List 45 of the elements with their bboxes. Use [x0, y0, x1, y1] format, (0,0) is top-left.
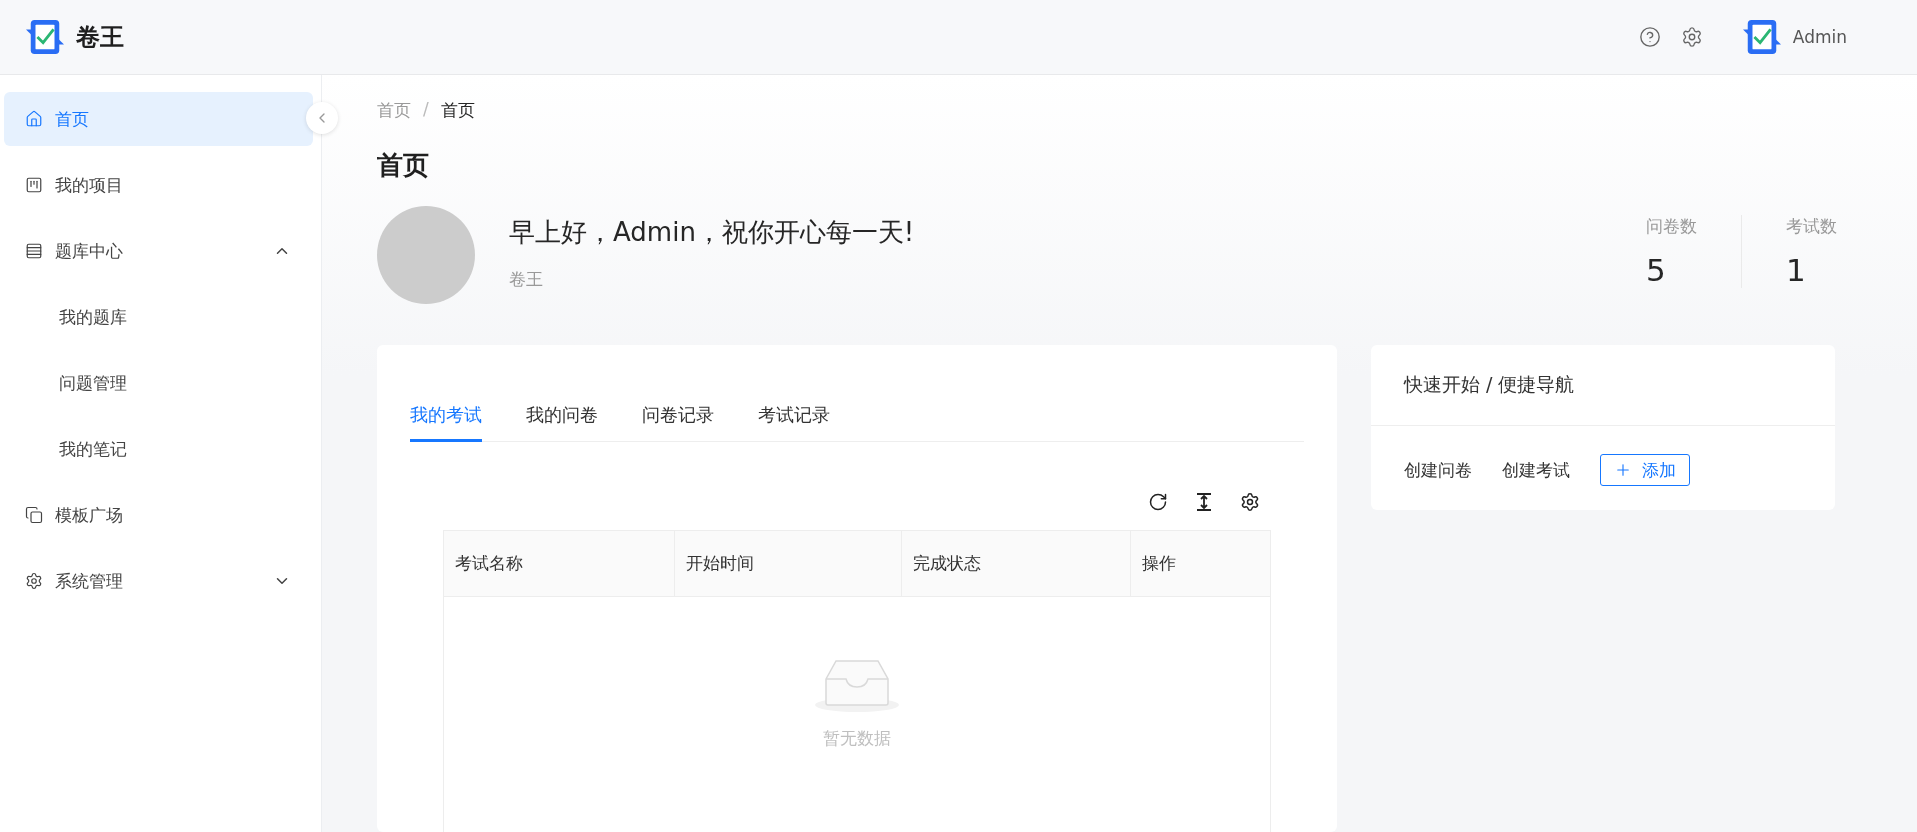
column-header: 操作 — [1130, 531, 1270, 596]
sidebar-subitem[interactable]: 我的题库 — [4, 290, 313, 344]
sidebar-item[interactable]: 我的项目 — [4, 158, 313, 212]
help-icon[interactable] — [1638, 26, 1661, 48]
stat-value: 1 — [1786, 252, 1807, 288]
column-header: 考试名称 — [454, 552, 524, 575]
tab[interactable]: 我的考试 — [410, 403, 482, 442]
empty-text: 暂无数据 — [823, 727, 891, 750]
sidebar-subitem[interactable]: 问题管理 — [4, 356, 313, 410]
menu-item-icon — [25, 506, 43, 524]
nav-link[interactable]: 创建问卷 — [1404, 458, 1472, 482]
nav-link[interactable]: 创建考试 — [1502, 458, 1570, 482]
empty-inbox-icon — [814, 657, 900, 713]
stat-value: 5 — [1646, 252, 1667, 288]
tab[interactable]: 问卷记录 — [642, 403, 714, 442]
settings-icon[interactable] — [1240, 492, 1260, 512]
sidebar-subitem[interactable]: 我的笔记 — [4, 422, 313, 476]
menu-item-icon — [25, 176, 43, 194]
stat-label: 考试数 — [1786, 215, 1837, 238]
refresh-icon[interactable] — [1148, 492, 1168, 512]
sidebar-item[interactable]: 模板广场 — [4, 488, 313, 542]
menu-item-icon — [25, 110, 43, 128]
card-title: 快速开始 / 便捷导航 — [1404, 372, 1575, 397]
subtitle: 卷王 — [509, 268, 544, 291]
breadcrumb-separator: / — [423, 99, 429, 121]
row-height-icon[interactable] — [1194, 492, 1214, 512]
column-header: 完成状态 — [901, 531, 1130, 596]
plus-icon — [1614, 461, 1632, 479]
breadcrumb-item: 首页 — [440, 99, 475, 122]
menu-item-icon — [25, 572, 43, 590]
user-avatar — [1742, 18, 1781, 56]
app-logo — [26, 18, 64, 56]
app-name: 卷王 — [76, 22, 124, 53]
menu-item-icon — [25, 242, 43, 260]
user-name[interactable]: Admin — [1792, 27, 1847, 47]
tab[interactable]: 我的问卷 — [526, 403, 598, 442]
sidebar-item[interactable]: 题库中心 — [4, 224, 313, 278]
column-header: 开始时间 — [674, 531, 901, 596]
tab[interactable]: 考试记录 — [758, 403, 830, 442]
greeting-text: 早上好，Admin，祝你开心每一天! — [509, 216, 916, 249]
sidebar-item[interactable]: 首页 — [4, 92, 313, 146]
add-button[interactable]: 添加 — [1600, 454, 1690, 486]
sidebar-item[interactable]: 系统管理 — [4, 554, 313, 608]
page-title: 首页 — [377, 149, 430, 182]
stat-label: 问卷数 — [1646, 215, 1697, 238]
